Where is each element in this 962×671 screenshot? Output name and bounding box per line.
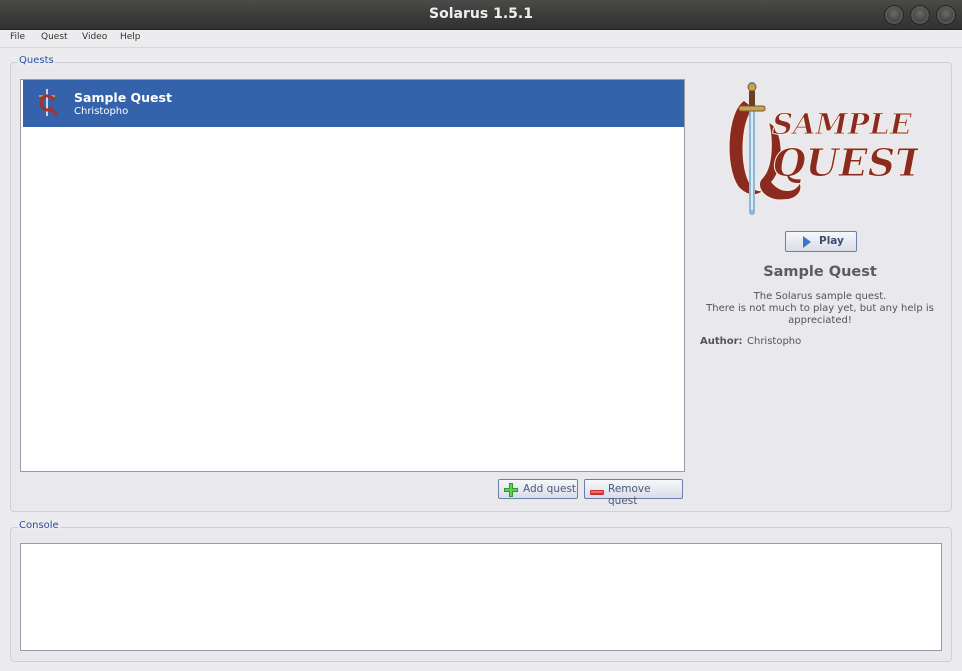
quest-description: The Solarus sample quest. There is not m… bbox=[698, 291, 942, 327]
minimize-button[interactable] bbox=[884, 5, 904, 25]
remove-quest-label: Remove quest bbox=[608, 483, 651, 507]
title-bar: Solarus 1.5.1 bbox=[0, 0, 962, 30]
plus-icon bbox=[504, 483, 518, 500]
menu-bar: File Quest Video Help bbox=[0, 30, 962, 48]
close-button[interactable] bbox=[936, 5, 956, 25]
play-button[interactable]: Play bbox=[785, 231, 857, 252]
add-quest-label: Add quest bbox=[523, 483, 577, 495]
menu-file[interactable]: File bbox=[10, 32, 25, 42]
menu-help[interactable]: Help bbox=[120, 32, 141, 42]
quest-author: Christopho bbox=[74, 106, 129, 117]
maximize-button[interactable] bbox=[910, 5, 930, 25]
logo-sample-text: SAMPLE bbox=[772, 107, 913, 141]
quest-title: Sample Quest bbox=[74, 90, 172, 105]
sword-icon: SAMPLE QUEST bbox=[728, 81, 927, 215]
play-icon bbox=[803, 236, 811, 251]
add-quest-button[interactable]: Add quest bbox=[498, 479, 578, 499]
play-label: Play bbox=[819, 235, 844, 247]
author-value: Christopho bbox=[747, 336, 802, 347]
menu-video[interactable]: Video bbox=[82, 32, 107, 42]
logo-quest-text: QUEST bbox=[773, 140, 918, 185]
author-label: Author: bbox=[700, 336, 743, 347]
menu-quest[interactable]: Quest bbox=[41, 32, 68, 42]
quest-icon bbox=[35, 88, 59, 121]
console-group-label: Console bbox=[18, 520, 60, 531]
console-output[interactable] bbox=[20, 543, 942, 651]
description-line: appreciated! bbox=[788, 315, 852, 326]
description-line: There is not much to play yet, but any h… bbox=[706, 303, 934, 314]
remove-quest-button[interactable]: Remove quest bbox=[584, 479, 683, 507]
quest-logo: SAMPLE QUEST bbox=[724, 81, 927, 222]
quests-group-label: Quests bbox=[18, 55, 55, 66]
description-line: The Solarus sample quest. bbox=[753, 291, 887, 302]
minus-icon bbox=[590, 487, 604, 499]
quest-list[interactable]: Sample Quest Christopho bbox=[20, 79, 685, 472]
quest-list-item[interactable]: Sample Quest Christopho bbox=[23, 80, 684, 127]
quest-detail-title: Sample Quest bbox=[763, 264, 877, 280]
window-title: Solarus 1.5.1 bbox=[429, 6, 533, 22]
